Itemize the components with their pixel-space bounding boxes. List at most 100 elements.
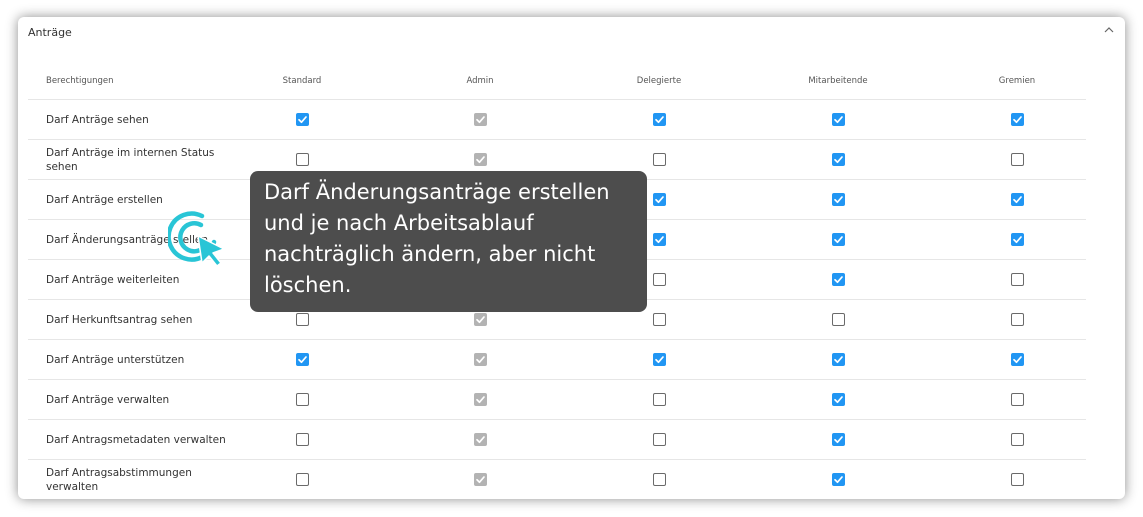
checkbox-cell — [430, 420, 530, 459]
checkbox-cell — [967, 140, 1067, 179]
check-icon — [297, 356, 307, 364]
checkbox-cell — [788, 340, 888, 379]
checkbox-cell — [788, 460, 888, 499]
checkbox-standard[interactable] — [295, 473, 309, 486]
checkbox-committees[interactable] — [1010, 153, 1024, 166]
checkbox-cell — [430, 460, 530, 499]
check-icon — [475, 156, 485, 164]
table-row: Darf Antragsabstimmungen verwalten — [28, 460, 1086, 499]
check-icon — [654, 196, 664, 204]
checkbox-cell — [967, 180, 1067, 219]
checkbox-staff[interactable] — [831, 353, 845, 366]
checkbox-standard[interactable] — [295, 153, 309, 166]
checkbox-admin — [473, 113, 487, 126]
permission-label: Darf Anträge sehen — [46, 113, 149, 126]
table-row: Darf Anträge sehen — [28, 100, 1086, 140]
check-icon — [833, 476, 843, 484]
checkbox-standard[interactable] — [295, 433, 309, 446]
check-icon — [475, 116, 485, 124]
checkbox-standard[interactable] — [295, 393, 309, 406]
checkbox-cell — [967, 340, 1067, 379]
check-icon — [833, 276, 843, 284]
checkbox-staff[interactable] — [831, 433, 845, 446]
click-pointer-icon — [168, 211, 225, 267]
checkbox-committees[interactable] — [1010, 353, 1024, 366]
checkbox-delegates[interactable] — [652, 473, 666, 486]
checkbox-delegates[interactable] — [652, 193, 666, 206]
checkbox-committees[interactable] — [1010, 313, 1024, 326]
checkbox-cell — [788, 180, 888, 219]
checkbox-admin — [473, 313, 487, 326]
check-icon — [833, 156, 843, 164]
check-icon — [833, 236, 843, 244]
column-header-delegates: Delegierte — [636, 76, 682, 86]
panel-title: Anträge — [28, 26, 72, 39]
check-icon — [475, 356, 485, 364]
chevron-up-icon[interactable] — [1103, 25, 1115, 35]
checkbox-cell — [252, 420, 352, 459]
check-icon — [475, 436, 485, 444]
check-icon — [1012, 196, 1022, 204]
checkbox-cell — [967, 380, 1067, 419]
check-icon — [833, 396, 843, 404]
checkbox-committees[interactable] — [1010, 233, 1024, 246]
checkbox-cell — [430, 340, 530, 379]
panel-header[interactable]: Anträge — [18, 17, 1125, 49]
checkbox-committees[interactable] — [1010, 393, 1024, 406]
checkbox-cell — [430, 100, 530, 139]
check-icon — [475, 396, 485, 404]
checkbox-cell — [788, 420, 888, 459]
permission-label: Darf Anträge im internen Status sehen — [46, 146, 215, 173]
checkbox-standard[interactable] — [295, 353, 309, 366]
checkbox-delegates[interactable] — [652, 273, 666, 286]
checkbox-delegates[interactable] — [652, 153, 666, 166]
checkbox-committees[interactable] — [1010, 273, 1024, 286]
checkbox-delegates[interactable] — [652, 353, 666, 366]
tooltip: Darf Änderungsanträge erstellen und je n… — [250, 171, 647, 312]
checkbox-admin — [473, 353, 487, 366]
checkbox-cell — [967, 420, 1067, 459]
checkbox-committees[interactable] — [1010, 433, 1024, 446]
checkbox-staff[interactable] — [831, 113, 845, 126]
checkbox-committees[interactable] — [1010, 193, 1024, 206]
checkbox-committees[interactable] — [1010, 473, 1024, 486]
check-icon — [833, 116, 843, 124]
checkbox-staff[interactable] — [831, 153, 845, 166]
checkbox-cell — [967, 300, 1067, 339]
checkbox-delegates[interactable] — [652, 233, 666, 246]
checkbox-staff[interactable] — [831, 233, 845, 246]
check-icon — [833, 356, 843, 364]
checkbox-standard[interactable] — [295, 313, 309, 326]
checkbox-admin — [473, 473, 487, 486]
checkbox-cell — [788, 140, 888, 179]
checkbox-staff[interactable] — [831, 393, 845, 406]
checkbox-cell — [967, 260, 1067, 299]
checkbox-cell — [609, 100, 709, 139]
table-row: Darf Anträge verwalten — [28, 380, 1086, 420]
checkbox-staff[interactable] — [831, 473, 845, 486]
checkbox-staff[interactable] — [831, 273, 845, 286]
column-header-permissions: Berechtigungen — [46, 76, 114, 86]
check-icon — [297, 116, 307, 124]
checkbox-staff[interactable] — [831, 193, 845, 206]
check-icon — [1012, 116, 1022, 124]
check-icon — [654, 116, 664, 124]
permission-label: Darf Herkunftsantrag sehen — [46, 313, 193, 326]
column-header-admin: Admin — [466, 76, 494, 86]
checkbox-cell — [609, 420, 709, 459]
checkbox-delegates[interactable] — [652, 313, 666, 326]
checkbox-admin — [473, 393, 487, 406]
checkbox-committees[interactable] — [1010, 113, 1024, 126]
checkbox-delegates[interactable] — [652, 113, 666, 126]
checkbox-standard[interactable] — [295, 113, 309, 126]
check-icon — [833, 196, 843, 204]
permission-label: Darf Antragsmetadaten verwalten — [46, 433, 226, 446]
checkbox-delegates[interactable] — [652, 393, 666, 406]
checkbox-staff[interactable] — [831, 313, 845, 326]
table-header: Berechtigungen Standard Admin Delegierte… — [28, 63, 1086, 100]
checkbox-delegates[interactable] — [652, 433, 666, 446]
checkbox-cell — [788, 260, 888, 299]
checkbox-cell — [788, 300, 888, 339]
checkbox-cell — [609, 460, 709, 499]
check-icon — [1012, 236, 1022, 244]
